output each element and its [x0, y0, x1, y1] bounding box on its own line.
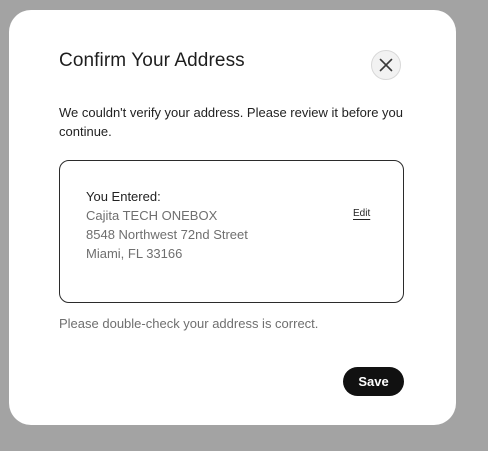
entered-address-card: You Entered: Cajita TECH ONEBOX 8548 Nor… — [59, 160, 404, 303]
address-heading: You Entered: — [86, 189, 161, 204]
close-icon — [379, 58, 393, 72]
edit-address-link[interactable]: Edit — [353, 208, 370, 219]
dialog-message: We couldn't verify your address. Please … — [59, 105, 404, 139]
save-button[interactable]: Save — [343, 367, 404, 396]
background-text-fragment — [0, 166, 8, 176]
address-line-name: Cajita TECH ONEBOX — [86, 208, 218, 223]
background-text-fragment — [0, 92, 8, 102]
close-button[interactable] — [371, 50, 401, 80]
dialog-title: Confirm Your Address — [59, 50, 245, 71]
background-text-fragment — [0, 146, 8, 156]
confirm-address-dialog: Confirm Your Address We couldn't verify … — [9, 10, 456, 425]
address-line-city: Miami, FL 33166 — [86, 246, 183, 261]
address-line-street: 8548 Northwest 72nd Street — [86, 227, 248, 242]
double-check-hint: Please double-check your address is corr… — [59, 316, 319, 331]
